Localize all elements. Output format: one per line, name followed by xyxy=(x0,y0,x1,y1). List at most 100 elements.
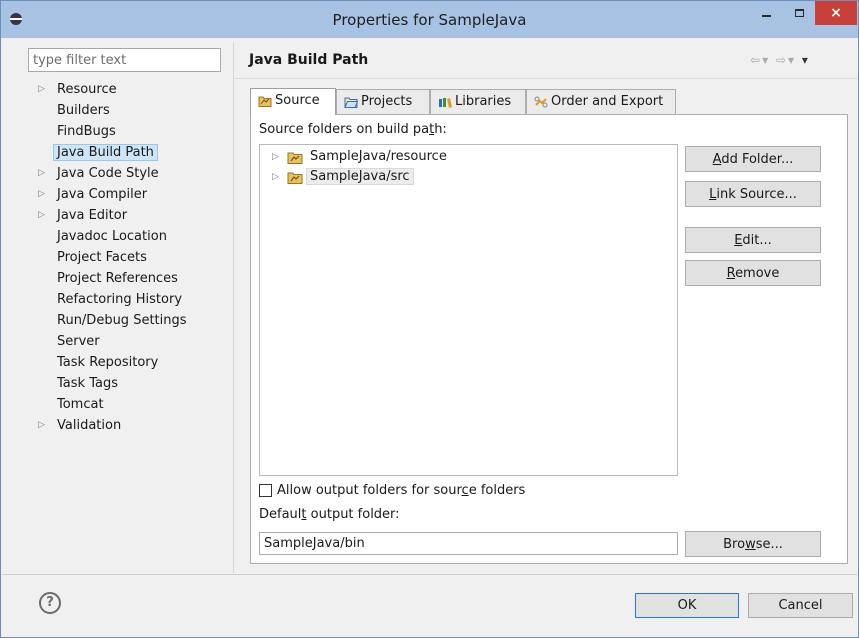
allow-output-folders-label: Allow output folders for source folders xyxy=(259,483,525,498)
tab-label: Source xyxy=(275,93,320,108)
header-separator xyxy=(234,78,857,79)
help-icon[interactable]: ? xyxy=(39,592,61,614)
label-mnemonic: c xyxy=(461,483,469,498)
expand-icon[interactable]: ▷ xyxy=(272,147,279,167)
sidebar-item-label: Run/Debug Settings xyxy=(57,313,187,328)
sidebar-item-label: Project References xyxy=(57,271,178,286)
package-folder-icon xyxy=(287,152,303,164)
forward-dropdown-icon[interactable]: ▾ xyxy=(788,53,796,67)
sidebar-item-task-tags[interactable]: Task Tags xyxy=(20,373,232,394)
expand-icon[interactable]: ▷ xyxy=(38,415,45,436)
maximize-button[interactable] xyxy=(783,1,816,25)
maximize-icon xyxy=(795,9,804,17)
sidebar-item-builders[interactable]: Builders xyxy=(20,100,232,121)
allow-output-folders-checkbox[interactable] xyxy=(259,484,272,497)
back-arrow-icon[interactable]: ⇦ xyxy=(750,53,762,67)
tab-label: Order and Export xyxy=(551,94,664,109)
sidebar-item-label: Server xyxy=(57,334,100,349)
tree-item-source-folder[interactable]: ▷ SampleJava/src xyxy=(272,167,414,187)
sidebar-item-findbugs[interactable]: FindBugs xyxy=(20,121,232,142)
sidebar-item-label: Tomcat xyxy=(57,397,104,412)
tab-label: Libraries xyxy=(455,94,512,109)
sidebar-item-label: Java Build Path xyxy=(53,144,158,161)
minimize-icon xyxy=(762,14,771,17)
sidebar-item-label: Project Facets xyxy=(57,250,147,265)
category-tree: ▷ Resource Builders FindBugs Java Build Path… xyxy=(20,79,232,436)
libraries-icon xyxy=(439,98,452,108)
mnemonic: w xyxy=(745,536,756,552)
sidebar-item-label: Javadoc Location xyxy=(57,229,167,244)
sidebar-item-java-code-style[interactable]: ▷ Java Code Style xyxy=(20,163,232,184)
pane-splitter[interactable] xyxy=(233,42,234,573)
order-export-icon xyxy=(534,96,548,108)
folder-label: SampleJava/resource xyxy=(310,149,447,164)
expand-icon[interactable]: ▷ xyxy=(272,167,279,187)
remove-button[interactable]: Remove xyxy=(685,260,821,286)
ok-button[interactable]: OK xyxy=(635,593,739,618)
browse-button[interactable]: Browse... xyxy=(685,531,821,557)
sidebar-item-label: Task Tags xyxy=(57,376,118,391)
expand-icon[interactable]: ▷ xyxy=(38,184,45,205)
label-text: Allow output folders for sour xyxy=(277,483,462,498)
sidebar-item-label: Java Editor xyxy=(57,208,128,223)
cancel-button[interactable]: Cancel xyxy=(748,593,853,618)
sidebar-item-label: Java Compiler xyxy=(57,187,148,202)
filter-input[interactable] xyxy=(28,48,221,72)
add-folder-button[interactable]: Add Folder... xyxy=(685,146,821,172)
sidebar-item-java-build-path[interactable]: Java Build Path xyxy=(20,142,232,163)
edit-button[interactable]: Edit... xyxy=(685,227,821,253)
close-button[interactable]: × xyxy=(815,1,857,25)
default-output-folder-input[interactable] xyxy=(259,532,678,555)
sidebar-item-label: Resource xyxy=(57,82,117,97)
link-source-button[interactable]: Link Source... xyxy=(685,181,821,207)
tab-libraries[interactable]: Libraries xyxy=(430,89,526,114)
view-menu-icon[interactable]: ▾ xyxy=(802,53,810,67)
button-label: Bro xyxy=(723,536,746,552)
expand-icon[interactable]: ▷ xyxy=(38,163,45,184)
label-text: output folder: xyxy=(306,507,400,522)
sidebar-item-resource[interactable]: ▷ Resource xyxy=(20,79,232,100)
sidebar-item-label: Refactoring History xyxy=(57,292,183,307)
back-dropdown-icon[interactable]: ▾ xyxy=(762,53,770,67)
forward-arrow-icon[interactable]: ⇨ xyxy=(776,53,788,67)
source-folders-tree[interactable]: ▷ SampleJava/resource ▷ SampleJava/src xyxy=(259,144,678,476)
tree-item-source-folder[interactable]: ▷ SampleJava/resource xyxy=(272,147,447,167)
label-text: h: xyxy=(434,122,447,137)
page-title: Java Build Path xyxy=(249,52,369,68)
category-pane: ▷ Resource Builders FindBugs Java Build Path… xyxy=(20,42,232,572)
sidebar-item-refactoring-history[interactable]: Refactoring History xyxy=(20,289,232,310)
source-folder-icon xyxy=(258,96,272,107)
label-text: e folders xyxy=(468,483,526,498)
source-folders-label: Source folders on build path: xyxy=(259,122,447,137)
sidebar-item-java-compiler[interactable]: ▷ Java Compiler xyxy=(20,184,232,205)
sidebar-item-task-repository[interactable]: Task Repository xyxy=(20,352,232,373)
sidebar-item-validation[interactable]: ▷ Validation xyxy=(20,415,232,436)
sidebar-item-server[interactable]: Server xyxy=(20,331,232,352)
expand-icon[interactable]: ▷ xyxy=(38,205,45,226)
sidebar-item-label: Task Repository xyxy=(57,355,159,370)
button-label: emove xyxy=(735,265,780,281)
expand-icon[interactable]: ▷ xyxy=(38,79,45,100)
close-icon: × xyxy=(830,5,842,21)
tab-order-and-export[interactable]: Order and Export xyxy=(526,89,676,114)
sidebar-item-java-editor[interactable]: ▷ Java Editor xyxy=(20,205,232,226)
button-label: dit... xyxy=(742,232,772,248)
folder-label: SampleJava/src xyxy=(306,168,414,185)
minimize-button[interactable] xyxy=(750,1,783,25)
tab-label: Projects xyxy=(361,94,413,109)
title-bar[interactable]: Properties for SampleJava × xyxy=(1,1,858,38)
sidebar-item-tomcat[interactable]: Tomcat xyxy=(20,394,232,415)
sidebar-item-javadoc-location[interactable]: Javadoc Location xyxy=(20,226,232,247)
package-folder-icon xyxy=(287,172,303,184)
default-output-folder-label: Default output folder: xyxy=(259,507,400,522)
label-text: Source folders on build pa xyxy=(259,122,430,137)
sidebar-item-run-debug-settings[interactable]: Run/Debug Settings xyxy=(20,310,232,331)
sidebar-item-project-facets[interactable]: Project Facets xyxy=(20,247,232,268)
label-text: Defaul xyxy=(259,507,302,522)
sidebar-item-label: Java Code Style xyxy=(57,166,159,181)
page-navigation: ⇦▾ ⇨▾ ▾ xyxy=(750,53,810,67)
allow-output-folders-option[interactable]: Allow output folders for source folders xyxy=(259,482,525,500)
tab-source[interactable]: Source xyxy=(250,88,336,115)
tab-projects[interactable]: Projects xyxy=(336,89,430,114)
sidebar-item-project-references[interactable]: Project References xyxy=(20,268,232,289)
